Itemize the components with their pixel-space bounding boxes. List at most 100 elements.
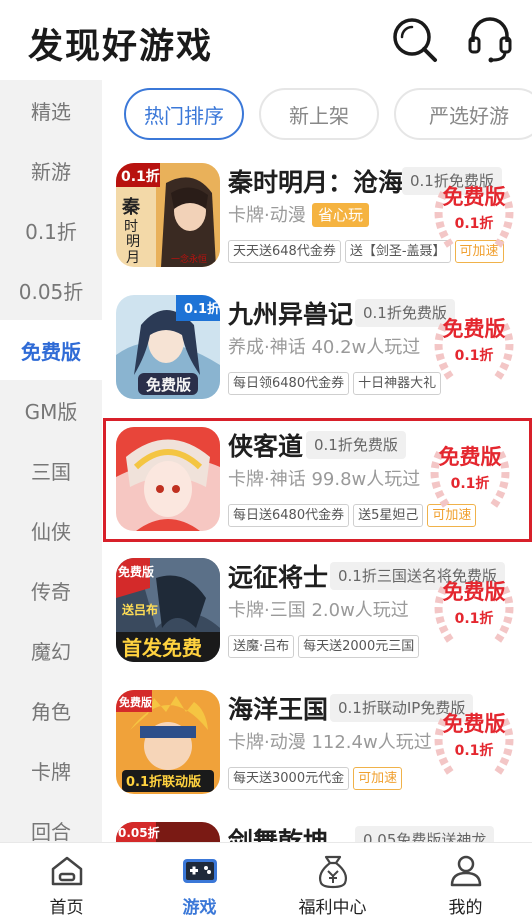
nav-label: 福利中心 [298, 898, 367, 918]
discount-label: 0.1折 [454, 216, 494, 232]
app-root: 发现好游戏 精选 新游 0.1折 0.05折 免费版 GM版 三国 仙侠 传奇 … [0, 0, 532, 921]
nav-home[interactable]: 首页 [0, 843, 133, 921]
category-sidebar: 精选 新游 0.1折 0.05折 免费版 GM版 三国 仙侠 传奇 魔幻 角色 … [0, 80, 102, 842]
free-version-label: 免费版 [442, 712, 506, 736]
game-card[interactable]: 免费版 送吕布 首发免费 远征将士 0.1折三国送名将免费版 卡牌·三国 2.0… [102, 558, 532, 688]
icon-text: 明 [126, 234, 140, 250]
game-icon-hai-yang-wang-guo: 免费版 0.1折联动版 [116, 690, 220, 794]
game-meta: 卡牌·动漫 112.4w人玩过 [228, 732, 432, 753]
game-name: 远征将士 [228, 563, 329, 592]
game-meta: 卡牌·动漫 [228, 205, 306, 226]
game-card-selected[interactable]: 侠客道 0.1折免费版 卡牌·神话 99.8w人玩过 每日送6480代金券 送5星… [103, 418, 532, 542]
game-tags: 送魔·吕布 每天送2000元三国 [228, 635, 423, 659]
icon-text: 0.1折 [184, 301, 220, 317]
user-icon [450, 855, 481, 887]
icon-text: 送吕布 [121, 602, 158, 617]
sort-tabs: 热门排序 新上架 严选好游 [102, 80, 532, 152]
sidebar-item-fantasy[interactable]: 魔幻 [0, 620, 102, 680]
game-name: 剑舞乾坤 [228, 827, 329, 842]
game-meta: 卡牌·神话 99.8w人玩过 [228, 469, 421, 490]
game-icon-qin-shi-ming-yue: 0.1折 秦 时 明 月 一念永恒 [116, 163, 220, 267]
tab-hot-sort[interactable]: 热门排序 [124, 88, 244, 140]
icon-text: 免费版 [118, 564, 154, 579]
game-tag: 每日领6480代金券 [228, 372, 350, 395]
sidebar-item-new-games[interactable]: 新游 [0, 140, 102, 200]
nav-profile[interactable]: 我的 [399, 843, 532, 921]
game-tag: 天天送648代金券 [228, 240, 341, 263]
game-tag: 每日送6480代金券 [228, 504, 350, 527]
game-card[interactable]: 0.05折 剑舞乾坤 0.05免费版送神龙 [102, 822, 532, 842]
icon-text: 免费版 [119, 695, 152, 709]
search-icon[interactable] [390, 14, 440, 64]
sidebar-item-card[interactable]: 卡牌 [0, 740, 102, 800]
icon-text: 月 [126, 250, 140, 266]
game-card[interactable]: 0.1折 秦 时 明 月 一念永恒 秦时明月：沧海 0.1折免费版 卡牌·动漫 … [102, 163, 532, 293]
header: 发现好游戏 [0, 0, 532, 80]
game-card[interactable]: 0.1折 免费版 九州异兽记 0.1折免费版 养成·神话 40.2w人玩过 每日… [102, 295, 532, 425]
game-version-badge: 0.1折免费版 [306, 431, 406, 459]
game-icon-xia-ke-dao [116, 427, 220, 531]
icon-text: 免费版 [146, 376, 191, 394]
icon-text: 时 [124, 219, 138, 235]
sidebar-item-0.1-discount[interactable]: 0.1折 [0, 200, 102, 260]
page-title: 发现好游戏 [28, 27, 214, 67]
customer-service-icon[interactable] [465, 14, 515, 64]
icon-text: 0.1折联动版 [126, 774, 201, 790]
discount-label: 0.1折 [450, 476, 490, 492]
discount-label: 0.1折 [454, 348, 494, 364]
tab-new-arrivals[interactable]: 新上架 [259, 88, 379, 140]
game-tag: 送5星妲己 [353, 504, 424, 527]
free-version-label: 免费版 [442, 580, 506, 604]
free-version-stamp: 免费版 0.1折 [422, 305, 526, 395]
game-icon-jiu-zhou-yi-shou-ji: 0.1折 免费版 [116, 295, 220, 399]
game-meta: 卡牌·三国 2.0w人玩过 [228, 600, 409, 621]
icon-text: 一念永恒 [171, 253, 207, 265]
nav-label: 首页 [49, 898, 84, 918]
game-tag: 送魔·吕布 [228, 635, 295, 658]
icon-text: 首发免费 [122, 636, 202, 660]
game-name: 九州异兽记 [228, 300, 354, 329]
discount-label: 0.1折 [454, 743, 494, 759]
game-version-badge: 0.05免费版送神龙 [355, 826, 495, 842]
free-version-stamp: 免费版 0.1折 [422, 173, 526, 263]
bottom-nav: 首页 游戏 福利中心 我的 [0, 842, 532, 921]
game-name: 秦时明月：沧海 [228, 168, 404, 197]
game-tags: 每日领6480代金券 十日神器大礼 [228, 372, 445, 396]
free-version-label: 免费版 [438, 445, 502, 469]
game-card[interactable]: 免费版 0.1折联动版 海洋王国 0.1折联动IP免费版 卡牌·动漫 112.4… [102, 690, 532, 820]
free-version-label: 免费版 [442, 317, 506, 341]
nav-welfare-center[interactable]: 福利中心 [266, 843, 399, 921]
game-tag: 每天送2000元三国 [298, 635, 420, 658]
easy-play-tag: 省心玩 [312, 203, 370, 227]
game-tag: 每天送3000元代金 [228, 767, 350, 790]
free-version-stamp: 免费版 0.1折 [418, 433, 522, 523]
icon-text: 0.05折 [118, 825, 160, 840]
game-icon-jian-wu-qian-kun: 0.05折 [116, 822, 220, 842]
nav-games[interactable]: 游戏 [133, 843, 266, 921]
nav-label: 游戏 [182, 898, 217, 918]
game-tags: 每天送3000元代金 可加速 [228, 767, 406, 791]
game-name: 侠客道 [228, 432, 304, 461]
free-version-label: 免费版 [442, 185, 506, 209]
sidebar-item-0.05-discount[interactable]: 0.05折 [0, 260, 102, 320]
sidebar-item-rpg[interactable]: 角色 [0, 680, 102, 740]
free-version-stamp: 免费版 0.1折 [422, 700, 526, 790]
sidebar-item-three-kingdoms[interactable]: 三国 [0, 440, 102, 500]
icon-text: 0.1折 [121, 168, 160, 185]
sidebar-item-turn-based[interactable]: 回合 [0, 800, 102, 843]
sidebar-item-featured[interactable]: 精选 [0, 80, 102, 140]
free-version-stamp: 免费版 0.1折 [422, 568, 526, 658]
nav-label: 我的 [448, 898, 483, 918]
sidebar-item-xianxia[interactable]: 仙侠 [0, 500, 102, 560]
sidebar-item-gm-version[interactable]: GM版 [0, 380, 102, 440]
sidebar-item-free-version[interactable]: 免费版 [0, 320, 102, 380]
game-list-panel: 热门排序 新上架 严选好游 0.1折 秦 时 明 月 一念永恒 秦时明月：沧海 … [102, 80, 532, 842]
sidebar-item-legend[interactable]: 传奇 [0, 560, 102, 620]
gamepad-icon [182, 859, 217, 883]
discount-label: 0.1折 [454, 611, 494, 627]
tab-curated-games[interactable]: 严选好游 [394, 88, 532, 140]
icon-text: 秦 [121, 196, 141, 218]
game-name: 海洋王国 [228, 695, 329, 724]
accelerate-tag: 可加速 [353, 767, 403, 790]
game-icon-yuan-zheng-jiang-shi: 免费版 送吕布 首发免费 [116, 558, 220, 662]
